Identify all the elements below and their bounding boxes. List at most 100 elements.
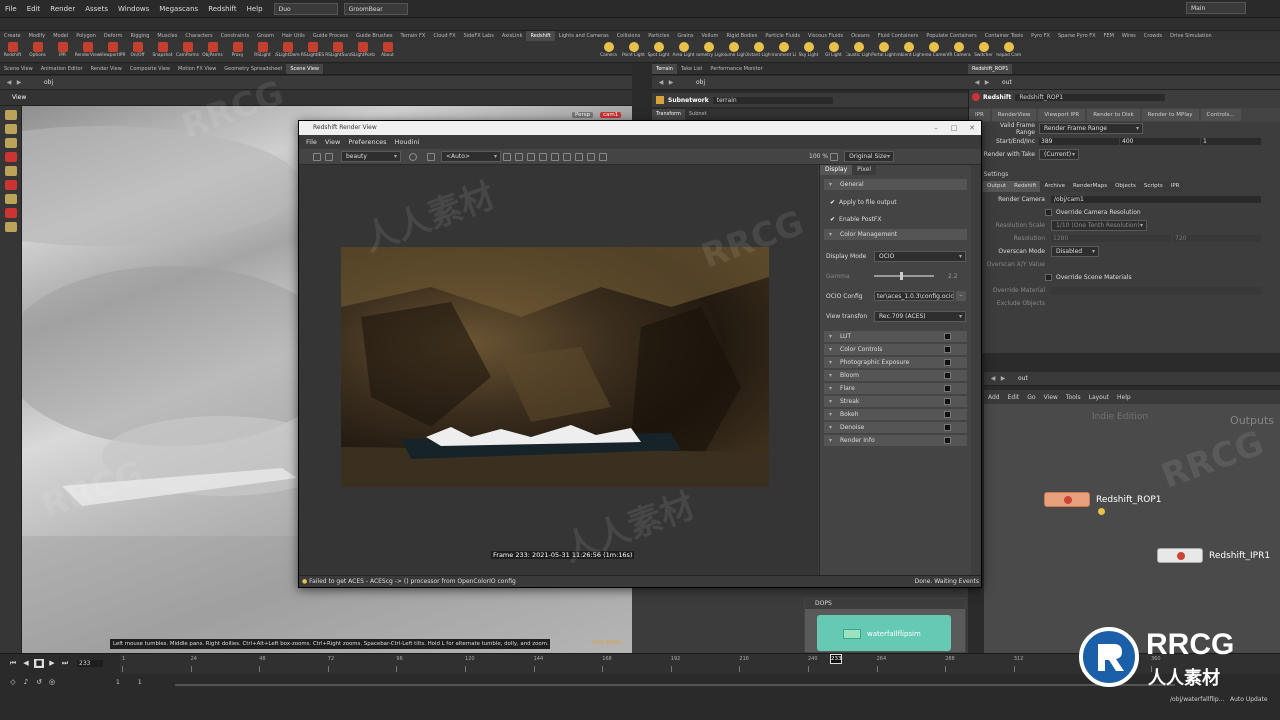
shelf-tab[interactable]: Oceans [847, 31, 874, 41]
scale-tool-icon[interactable] [4, 152, 17, 162]
start-render-icon[interactable] [313, 152, 321, 161]
shelf-tool-button[interactable]: Point Light [621, 41, 646, 62]
shelf-tool-button[interactable]: Caustic Light [846, 41, 871, 62]
shelf-tool-button[interactable]: Geometry Light [696, 41, 721, 62]
range-slider[interactable] [175, 684, 1175, 686]
back-icon[interactable]: ◀ [988, 375, 998, 382]
shelf-tool-button[interactable]: Distant Light [746, 41, 771, 62]
middle-path[interactable]: obj [696, 79, 705, 86]
rop-settings-tab[interactable]: Objects [1111, 181, 1140, 192]
region-icon[interactable] [503, 152, 511, 161]
handle-tool-icon[interactable] [4, 166, 17, 176]
forward-icon[interactable]: ▶ [982, 79, 992, 86]
node-redshift-ipr[interactable]: Redshift_IPR1 [1157, 548, 1270, 563]
middle-pane-tab[interactable]: Terrain [652, 64, 677, 74]
grid-icon[interactable] [515, 152, 523, 161]
postfx-section[interactable]: LUT [824, 331, 967, 342]
shelf-tab[interactable]: Crowds [1140, 31, 1166, 41]
section-toggle[interactable] [944, 424, 951, 431]
network-menu-item[interactable]: Tools [1062, 394, 1085, 401]
desktop-select[interactable]: Duo [273, 2, 338, 15]
auto-update-menu[interactable]: Auto Update [1230, 696, 1268, 703]
tab-display[interactable]: Display [820, 165, 853, 175]
shelf-tab[interactable]: Modify [25, 31, 50, 41]
left-pane-tab[interactable]: Geometry Spreadsheet [220, 64, 286, 74]
rop-settings-tab[interactable]: IPR [1166, 181, 1184, 192]
shelf-tab[interactable]: Deform [100, 31, 127, 41]
section-toggle[interactable] [944, 385, 951, 392]
shelf-tool-button[interactable]: IPR [50, 41, 75, 62]
session-select[interactable]: Main [1186, 2, 1246, 14]
shelf-tool-button[interactable]: Proxy [225, 41, 250, 62]
postfx-section[interactable]: Color Controls [824, 344, 967, 355]
shelf-tool-button[interactable]: RenderView [75, 41, 100, 62]
compare-icon[interactable] [575, 152, 583, 161]
network-menu-item[interactable]: Edit [1004, 394, 1024, 401]
shelf-tool-button[interactable]: Snapshot [150, 41, 175, 62]
shelf-tool-button[interactable]: Ambient Light [896, 41, 921, 62]
network-menu-item[interactable]: Go [1023, 394, 1039, 401]
dops-network-box[interactable]: DOPS waterfallflipsim [804, 598, 966, 653]
postfx-section[interactable]: Bloom [824, 370, 967, 381]
history-icon[interactable] [599, 152, 607, 161]
section-toggle[interactable] [944, 398, 951, 405]
shelf-tool-button[interactable]: Stereo Camera [921, 41, 946, 62]
shelf-tool-button[interactable]: VR Camera [946, 41, 971, 62]
minimize-icon[interactable]: – [927, 121, 945, 135]
menu-megascans[interactable]: Megascans [154, 0, 203, 18]
rop-path[interactable]: out [1002, 79, 1012, 86]
shelf-tool-button[interactable]: Camera [596, 41, 621, 62]
rop-settings-tab[interactable]: Scripts [1139, 181, 1167, 192]
postfx-section[interactable]: Flare [824, 383, 967, 394]
shelf-tool-button[interactable]: Gamepad Camera [996, 41, 1021, 62]
shelf-tool-button[interactable]: Volume Light [721, 41, 746, 62]
middle-pane-tab[interactable]: Performance Monitor [706, 64, 766, 74]
back-icon[interactable]: ◀ [4, 79, 14, 86]
shelf-tool-button[interactable]: CamParms [175, 41, 200, 62]
shelf-tab[interactable]: Lights and Cameras [555, 31, 613, 41]
node-body[interactable] [1157, 548, 1203, 563]
network-path[interactable]: out [1018, 375, 1028, 382]
audio-icon[interactable]: ♪ [21, 678, 31, 687]
key-icon[interactable]: ◇ [8, 678, 18, 687]
gamma-value[interactable]: 2.2 [948, 273, 958, 280]
postfx-section[interactable]: Photographic Exposure [824, 357, 967, 368]
shelf-tool-button[interactable]: ViewportIPR [100, 41, 125, 62]
focus-icon[interactable] [527, 152, 535, 161]
shelf-tab[interactable]: Vellum [698, 31, 723, 41]
gamma-slider[interactable] [874, 272, 934, 280]
shelf-tab[interactable]: Polygon [72, 31, 100, 41]
menu-edit[interactable]: Edit [22, 0, 46, 18]
section-toggle[interactable] [944, 359, 951, 366]
left-path[interactable]: obj [44, 79, 53, 86]
section-general[interactable]: General [824, 179, 967, 190]
render-canvas[interactable]: Frame 233: 2021-05-31 11:26:56 (1m:16s) [299, 165, 818, 581]
rop-settings-tab[interactable]: Output [983, 181, 1011, 192]
display-mode-select[interactable]: OCIO [874, 250, 966, 262]
tab-pixel[interactable]: Pixel [852, 165, 877, 175]
current-frame-field[interactable]: 233 [77, 660, 103, 667]
network-editor[interactable]: Indie Edition Outputs Redshift_ROP1 Reds… [984, 404, 1280, 653]
play-reverse-icon[interactable]: ◀ [21, 659, 31, 668]
forward-icon[interactable]: ▶ [998, 375, 1008, 382]
shelf-tab[interactable]: Drive Simulation [1166, 31, 1216, 41]
shelf-tab[interactable]: SideFX Labs [460, 31, 498, 41]
shelf-tab[interactable]: Grains [673, 31, 697, 41]
shelf-tool-button[interactable]: GI Light [821, 41, 846, 62]
node-body[interactable] [1044, 492, 1090, 507]
shelf-tab[interactable]: Model [49, 31, 72, 41]
shelf-tool-button[interactable]: Options [25, 41, 50, 62]
browse-button[interactable]: .. [956, 291, 966, 301]
shelf-tab[interactable]: Pyro FX [1027, 31, 1054, 41]
section-toggle[interactable] [944, 346, 951, 353]
middle-pane-tab[interactable]: Take List [677, 64, 706, 74]
menu-help[interactable]: Help [242, 0, 268, 18]
take-select[interactable]: (Current) [1039, 149, 1079, 160]
shelf-tab[interactable]: Guide Process [309, 31, 352, 41]
network-menu-item[interactable]: View [1040, 394, 1062, 401]
shelf-tab[interactable]: Rigid Bodies [722, 31, 761, 41]
shelf-tab[interactable]: Particle Fluids [761, 31, 804, 41]
enable-postfx-checkbox[interactable]: Enable PostFX [820, 211, 971, 228]
shelf-tool-button[interactable]: Spot Light [646, 41, 671, 62]
start-frame-field[interactable]: 389 [1039, 138, 1119, 145]
